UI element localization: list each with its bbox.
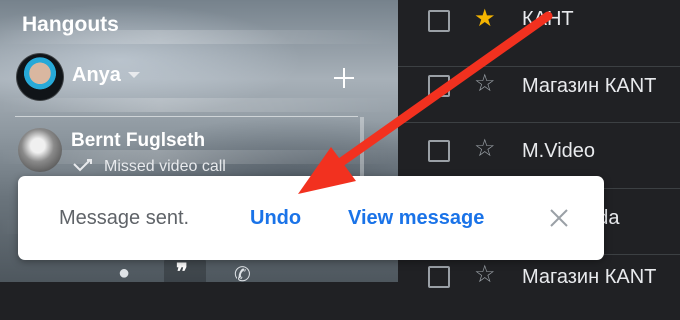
email-sender: КАНТ	[522, 8, 574, 30]
star-icon[interactable]: ★	[474, 4, 496, 33]
email-row[interactable]: ☆ Магазин КАNT	[398, 254, 680, 320]
undo-button[interactable]: Undo	[250, 207, 301, 230]
hangouts-tabs: ● ❞ ✆	[0, 258, 398, 286]
star-icon[interactable]: ☆	[474, 69, 496, 98]
email-checkbox[interactable]	[428, 266, 450, 288]
email-sender: Магазин КАNT	[522, 75, 657, 97]
contact-status: Missed video call	[104, 158, 226, 175]
star-icon[interactable]: ☆	[474, 134, 496, 163]
close-icon[interactable]	[548, 207, 570, 229]
contact-avatar	[18, 128, 62, 172]
missed-call-icon	[73, 159, 92, 172]
user-avatar[interactable]	[16, 53, 64, 101]
email-sender: Магазин КАNT	[522, 266, 657, 288]
view-message-button[interactable]: View message	[348, 207, 484, 230]
email-checkbox[interactable]	[428, 10, 450, 32]
toast-message: Message sent.	[59, 207, 190, 229]
email-sender: M.Video	[522, 140, 596, 162]
hangouts-title: Hangouts	[22, 13, 119, 36]
email-row[interactable]: ☆ Магазин КАNT	[398, 56, 680, 123]
chat-icon[interactable]: ❞	[164, 258, 206, 284]
user-name[interactable]: Anya	[72, 64, 121, 87]
plus-icon[interactable]	[332, 66, 356, 90]
divider	[15, 116, 358, 117]
message-sent-toast: Message sent. Undo View message	[18, 176, 604, 260]
email-checkbox[interactable]	[428, 140, 450, 162]
phone-icon[interactable]: ✆	[234, 262, 251, 287]
contact-name: Bernt Fuglseth	[71, 130, 206, 151]
star-icon[interactable]: ☆	[474, 260, 496, 289]
email-checkbox[interactable]	[428, 75, 450, 97]
chevron-down-icon[interactable]	[128, 72, 140, 78]
background-streak	[0, 98, 398, 112]
